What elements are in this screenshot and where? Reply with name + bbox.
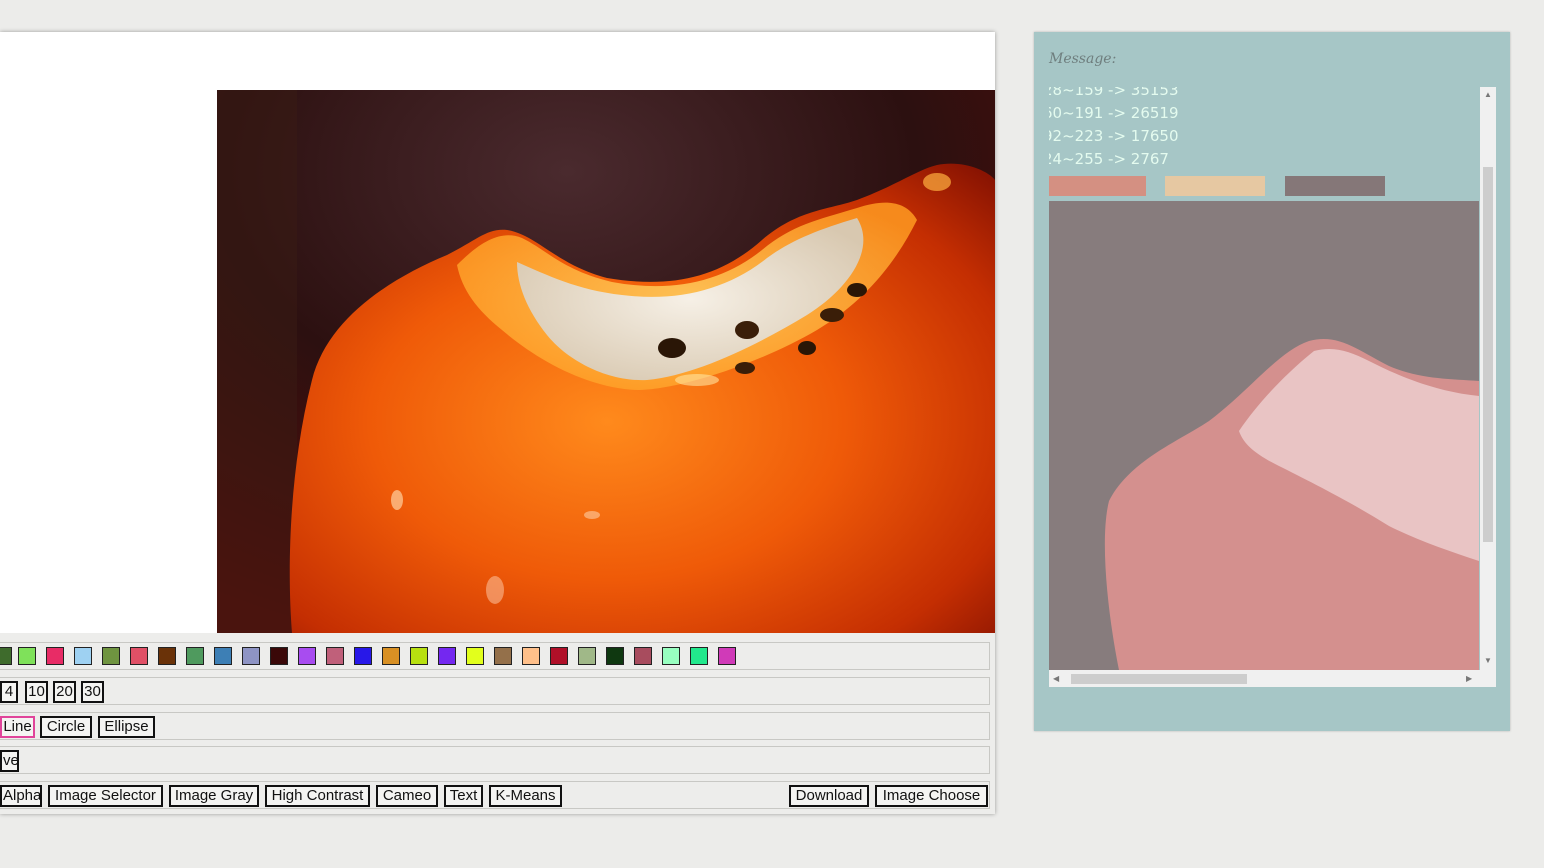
color-swatch[interactable] <box>578 647 596 665</box>
centroid-color-swatch <box>1285 176 1385 196</box>
vertical-scrollbar[interactable]: ▲ ▼ <box>1480 87 1496 670</box>
message-scroll-area[interactable]: 28~159 -> 35153 60~191 -> 26519 92~223 -… <box>1049 87 1496 687</box>
color-swatch[interactable] <box>718 647 736 665</box>
scroll-right-icon[interactable]: ▶ <box>1466 675 1472 683</box>
color-swatch[interactable] <box>270 647 288 665</box>
color-swatch[interactable] <box>326 647 344 665</box>
histogram-line: 28~159 -> 35153 <box>1049 87 1179 99</box>
color-swatch[interactable] <box>74 647 92 665</box>
color-swatch[interactable] <box>298 647 316 665</box>
line-tool-button[interactable]: Line <box>0 716 35 738</box>
color-swatch[interactable] <box>46 647 64 665</box>
size-button-30[interactable]: 30 <box>81 681 104 703</box>
scroll-left-icon[interactable]: ◀ <box>1053 675 1059 683</box>
image-choose-button[interactable]: Image Choose <box>875 785 988 807</box>
kmeans-button[interactable]: K-Means <box>489 785 562 807</box>
scroll-down-icon[interactable]: ▼ <box>1484 657 1492 665</box>
color-swatch[interactable] <box>158 647 176 665</box>
image-gray-button[interactable]: Image Gray <box>169 785 259 807</box>
histogram-line: 60~191 -> 26519 <box>1049 104 1179 122</box>
color-swatch[interactable] <box>466 647 484 665</box>
save-row: ve <box>0 746 990 774</box>
kmeans-result-image <box>1049 201 1479 670</box>
color-swatch[interactable] <box>662 647 680 665</box>
color-swatch[interactable] <box>186 647 204 665</box>
filter-row: Alpha Image Selector Image Gray High Con… <box>0 781 990 809</box>
centroid-color-swatch <box>1165 176 1265 196</box>
vertical-scroll-thumb[interactable] <box>1483 167 1493 542</box>
color-swatch[interactable] <box>382 647 400 665</box>
scroll-up-icon[interactable]: ▲ <box>1484 91 1492 99</box>
save-button[interactable]: ve <box>0 750 19 772</box>
color-swatch[interactable] <box>438 647 456 665</box>
histogram-line: 92~223 -> 17650 <box>1049 127 1179 145</box>
loaded-photo <box>217 90 995 633</box>
horizontal-scroll-thumb[interactable] <box>1071 674 1247 684</box>
color-swatch[interactable] <box>242 647 260 665</box>
high-contrast-button[interactable]: High Contrast <box>265 785 370 807</box>
ellipse-tool-button[interactable]: Ellipse <box>98 716 155 738</box>
message-label: Message: <box>1049 51 1117 67</box>
color-swatch[interactable] <box>690 647 708 665</box>
color-swatch[interactable] <box>606 647 624 665</box>
color-swatch[interactable] <box>130 647 148 665</box>
color-swatch[interactable] <box>522 647 540 665</box>
cameo-button[interactable]: Cameo <box>376 785 438 807</box>
color-swatch[interactable] <box>494 647 512 665</box>
alpha-button[interactable]: Alpha <box>0 785 42 807</box>
color-palette-row <box>0 642 990 670</box>
size-button-4[interactable]: 4 <box>0 681 18 703</box>
histogram-line: 24~255 -> 2767 <box>1049 150 1169 168</box>
brush-size-row: 4 10 20 30 <box>0 677 990 705</box>
color-swatch[interactable] <box>354 647 372 665</box>
circle-tool-button[interactable]: Circle <box>40 716 92 738</box>
download-button[interactable]: Download <box>789 785 869 807</box>
horizontal-scrollbar[interactable]: ◀ ▶ <box>1049 670 1496 687</box>
color-swatch[interactable] <box>550 647 568 665</box>
text-button[interactable]: Text <box>444 785 483 807</box>
color-swatch[interactable] <box>634 647 652 665</box>
drawing-canvas[interactable] <box>0 32 995 633</box>
size-button-20[interactable]: 20 <box>53 681 76 703</box>
size-button-10[interactable]: 10 <box>25 681 48 703</box>
shape-tool-row: Line Circle Ellipse <box>0 712 990 740</box>
color-swatch[interactable] <box>102 647 120 665</box>
image-selector-button[interactable]: Image Selector <box>48 785 163 807</box>
color-swatch[interactable] <box>18 647 36 665</box>
message-panel: Message: 28~159 -> 35153 60~191 -> 26519… <box>1034 32 1510 731</box>
color-swatch[interactable] <box>0 647 12 665</box>
color-swatch[interactable] <box>214 647 232 665</box>
centroid-color-swatch <box>1049 176 1146 196</box>
editor-panel: 4 10 20 30 Line Circle Ellipse ve Alpha … <box>0 32 995 814</box>
color-swatch[interactable] <box>410 647 428 665</box>
